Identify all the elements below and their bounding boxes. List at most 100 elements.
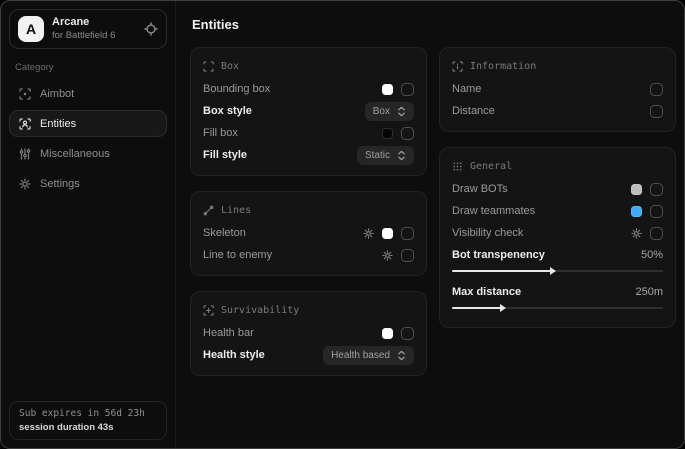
- draw-bots-checkbox[interactable]: [650, 183, 663, 196]
- brand-subtitle: for Battlefield 6: [52, 30, 115, 42]
- visibility-config-gear-icon[interactable]: [631, 228, 642, 239]
- sub-expiry-text: Sub expires in 56d 23h: [19, 408, 157, 419]
- sidebar-item-entities[interactable]: Entities: [9, 110, 167, 137]
- bot-transparency-value: 50%: [641, 249, 663, 261]
- card-title: Information: [470, 61, 536, 72]
- color-swatch[interactable]: [382, 328, 393, 339]
- crosshair-icon[interactable]: [144, 22, 158, 36]
- slider-fill: [452, 307, 501, 309]
- setting-row-draw-teammates: Draw teammates: [452, 200, 663, 222]
- color-swatch[interactable]: [631, 206, 642, 217]
- box-card: Box Bounding box Box style Box: [190, 47, 427, 176]
- health-bar-checkbox[interactable]: [401, 327, 414, 340]
- setting-label: Fill style: [203, 149, 247, 161]
- skeleton-checkbox[interactable]: [401, 227, 414, 240]
- sidebar-item-settings[interactable]: Settings: [9, 170, 167, 197]
- setting-label: Draw teammates: [452, 205, 535, 217]
- setting-row-distance: Distance: [452, 100, 663, 122]
- setting-label: Line to enemy: [203, 249, 272, 261]
- setting-row-draw-bots: Draw BOTs: [452, 178, 663, 200]
- general-card: General Draw BOTs Draw teammates: [439, 147, 676, 328]
- main-content: Entities Box Bounding box: [176, 1, 684, 448]
- entity-scan-icon: [19, 118, 31, 130]
- setting-row-fill-box: Fill box: [203, 122, 414, 144]
- box-corners-icon: [203, 61, 214, 72]
- setting-row-health-bar: Health bar: [203, 322, 414, 344]
- visibility-check-checkbox[interactable]: [650, 227, 663, 240]
- setting-row-name: Name: [452, 78, 663, 100]
- sidebar-item-aimbot[interactable]: Aimbot: [9, 80, 167, 107]
- setting-label: Bot transpenency: [452, 249, 545, 261]
- fill-style-dropdown[interactable]: Static: [357, 146, 414, 165]
- health-style-dropdown[interactable]: Health based: [323, 346, 414, 365]
- card-title: Survivability: [221, 305, 299, 316]
- setting-label: Box style: [203, 105, 252, 117]
- select-arrows-icon: [397, 350, 406, 361]
- slider-fill: [452, 270, 551, 272]
- card-title: Lines: [221, 205, 251, 216]
- subscription-info: Sub expires in 56d 23h session duration …: [9, 401, 167, 440]
- survivability-card: Survivability Health bar Health style: [190, 291, 427, 376]
- setting-label: Draw BOTs: [452, 183, 508, 195]
- setting-row-bot-transparency: Bot transpenency 50%: [452, 244, 663, 266]
- setting-row-skeleton: Skeleton: [203, 222, 414, 244]
- lines-card: Lines Skeleton Line to enemy: [190, 191, 427, 276]
- sliders-icon: [19, 148, 31, 160]
- gear-icon: [19, 178, 31, 190]
- skeleton-config-gear-icon[interactable]: [363, 228, 374, 239]
- brand-card: A Arcane for Battlefield 6: [9, 9, 167, 49]
- color-swatch[interactable]: [631, 184, 642, 195]
- sidebar-nav: Aimbot Entities Miscellaneous: [9, 80, 167, 197]
- crosshair-scan-icon: [19, 88, 31, 100]
- line-icon: [203, 205, 214, 216]
- sidebar-item-label: Entities: [40, 118, 76, 130]
- sidebar: A Arcane for Battlefield 6 Category Aimb…: [1, 1, 176, 448]
- distance-checkbox[interactable]: [650, 105, 663, 118]
- card-title: Box: [221, 61, 239, 72]
- bounding-box-checkbox[interactable]: [401, 83, 414, 96]
- setting-label: Health bar: [203, 327, 254, 339]
- session-duration-text: session duration 43s: [19, 422, 157, 433]
- line-to-enemy-checkbox[interactable]: [401, 249, 414, 262]
- box-style-dropdown[interactable]: Box: [365, 102, 414, 121]
- brand-avatar: A: [18, 16, 44, 42]
- max-distance-slider[interactable]: [452, 307, 663, 309]
- setting-label: Bounding box: [203, 83, 270, 95]
- fill-box-checkbox[interactable]: [401, 127, 414, 140]
- setting-label: Fill box: [203, 127, 238, 139]
- info-scan-icon: [452, 61, 463, 72]
- setting-row-visibility-check: Visibility check: [452, 222, 663, 244]
- setting-row-max-distance: Max distance 250m: [452, 281, 663, 303]
- select-arrows-icon: [397, 106, 406, 117]
- grid-dots-icon: [452, 161, 463, 172]
- select-arrows-icon: [397, 150, 406, 161]
- line-to-enemy-config-gear-icon[interactable]: [382, 250, 393, 261]
- card-title: General: [470, 161, 512, 172]
- setting-label: Distance: [452, 105, 495, 117]
- health-icon: [203, 305, 214, 316]
- setting-label: Max distance: [452, 286, 521, 298]
- color-swatch[interactable]: [382, 128, 393, 139]
- sidebar-item-miscellaneous[interactable]: Miscellaneous: [9, 140, 167, 167]
- setting-row-health-style: Health style Health based: [203, 344, 414, 366]
- max-distance-value: 250m: [635, 286, 663, 298]
- setting-label: Health style: [203, 349, 265, 361]
- setting-row-line-to-enemy: Line to enemy: [203, 244, 414, 266]
- brand-title: Arcane: [52, 16, 115, 30]
- setting-row-fill-style: Fill style Static: [203, 144, 414, 166]
- setting-row-box-style: Box style Box: [203, 100, 414, 122]
- app-window: A Arcane for Battlefield 6 Category Aimb…: [0, 0, 685, 449]
- color-swatch[interactable]: [382, 84, 393, 95]
- category-label: Category: [15, 62, 161, 73]
- sidebar-item-label: Miscellaneous: [40, 148, 110, 160]
- setting-label: Visibility check: [452, 227, 523, 239]
- color-swatch[interactable]: [382, 228, 393, 239]
- information-card: Information Name Distance: [439, 47, 676, 132]
- setting-label: Name: [452, 83, 481, 95]
- draw-teammates-checkbox[interactable]: [650, 205, 663, 218]
- name-checkbox[interactable]: [650, 83, 663, 96]
- sidebar-item-label: Settings: [40, 178, 80, 190]
- setting-row-bounding-box: Bounding box: [203, 78, 414, 100]
- bot-transparency-slider[interactable]: [452, 270, 663, 272]
- sidebar-item-label: Aimbot: [40, 88, 74, 100]
